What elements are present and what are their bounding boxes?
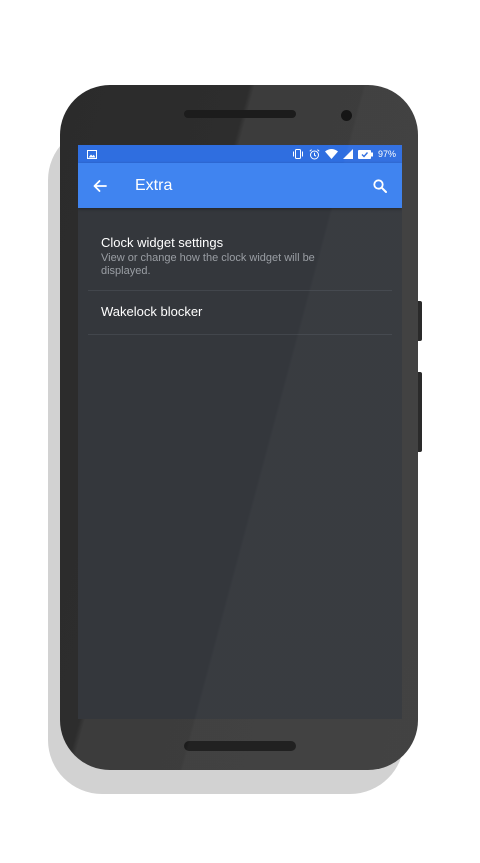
- setting-clock-widget[interactable]: Clock widget settings View or change how…: [78, 230, 402, 290]
- setting-title: Clock widget settings: [101, 235, 224, 250]
- bottom-speaker: [184, 741, 296, 751]
- app-bar: Extra: [78, 163, 402, 208]
- wifi-icon: [324, 149, 338, 159]
- settings-list: Clock widget settings View or change how…: [78, 208, 402, 335]
- earpiece-speaker: [184, 110, 296, 118]
- power-button: [418, 301, 422, 341]
- arrow-back-icon: [93, 179, 107, 192]
- page-title: Extra: [135, 176, 173, 194]
- alarm-icon: [309, 148, 320, 160]
- image-notification-icon: [87, 149, 97, 159]
- phone-frame: 97% Extra Clock widget settings View or …: [60, 85, 418, 770]
- search-button[interactable]: [358, 163, 402, 208]
- setting-title: Wakelock blocker: [101, 304, 203, 319]
- list-divider: [88, 334, 392, 335]
- back-button[interactable]: [78, 163, 122, 208]
- setting-summary: View or change how the clock widget will…: [101, 252, 315, 277]
- battery-percent: 97%: [377, 149, 396, 159]
- cell-signal-icon: [342, 149, 353, 159]
- device-screen: 97% Extra Clock widget settings View or …: [78, 145, 402, 719]
- vibrate-icon: [292, 149, 304, 159]
- setting-wakelock-blocker[interactable]: Wakelock blocker: [78, 291, 402, 334]
- search-icon: [373, 178, 387, 193]
- status-bar: 97%: [78, 145, 402, 163]
- front-camera: [341, 110, 352, 121]
- volume-button: [418, 372, 422, 452]
- battery-icon: [357, 149, 373, 159]
